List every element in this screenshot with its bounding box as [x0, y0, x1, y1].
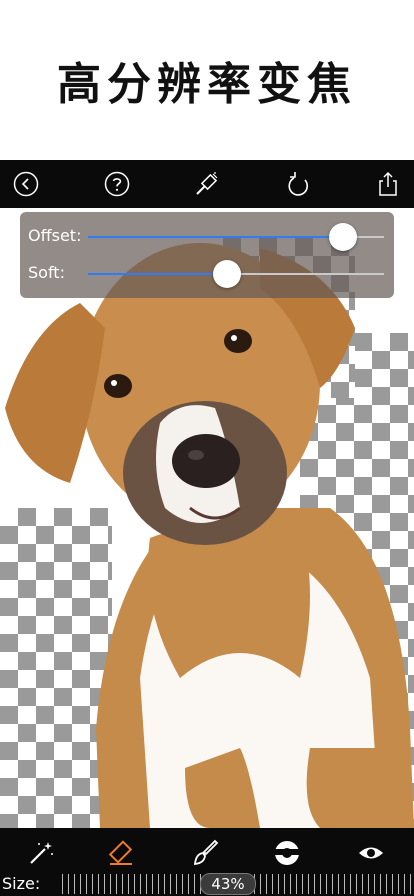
back-button[interactable]	[12, 170, 40, 198]
magic-brush-button[interactable]	[193, 170, 221, 198]
soft-label: Soft:	[28, 263, 65, 282]
photo-canvas[interactable]	[0, 208, 414, 828]
brush-size-row: Size: 43%	[0, 872, 414, 896]
chevron-left-circle-icon	[13, 171, 39, 197]
edge-settings-panel: Offset: Soft:	[20, 212, 394, 298]
dog-photo	[5, 243, 414, 828]
soft-slider[interactable]	[88, 260, 384, 288]
help-button[interactable]	[103, 170, 131, 198]
circle-mask-icon	[275, 841, 299, 865]
soft-slider-thumb[interactable]	[213, 260, 242, 288]
share-button[interactable]	[374, 170, 402, 198]
undo-icon	[287, 172, 308, 196]
eraser-icon	[108, 840, 133, 865]
brush-tool[interactable]	[188, 836, 222, 870]
offset-slider[interactable]	[88, 223, 384, 251]
magic-wand-icon	[30, 842, 53, 864]
undo-button[interactable]	[284, 170, 312, 198]
question-circle-icon	[104, 171, 129, 197]
offset-label: Offset:	[28, 226, 82, 245]
offset-slider-thumb[interactable]	[328, 223, 357, 251]
size-value[interactable]: 43%	[200, 873, 256, 895]
mask-tool[interactable]	[270, 836, 304, 870]
share-icon	[379, 171, 397, 196]
eraser-tool[interactable]	[104, 836, 138, 870]
preview-tool[interactable]	[354, 836, 388, 870]
offset-slider-fill	[88, 236, 343, 238]
eye-icon	[359, 847, 383, 859]
magic-wand-tool[interactable]	[24, 836, 58, 870]
soft-slider-fill	[88, 273, 228, 275]
magic-brush-icon	[196, 172, 218, 195]
size-label: Size:	[2, 874, 41, 893]
promo-headline: 高分辨率变焦	[57, 59, 357, 110]
brush-icon	[193, 839, 219, 866]
top-toolbar	[0, 160, 414, 208]
